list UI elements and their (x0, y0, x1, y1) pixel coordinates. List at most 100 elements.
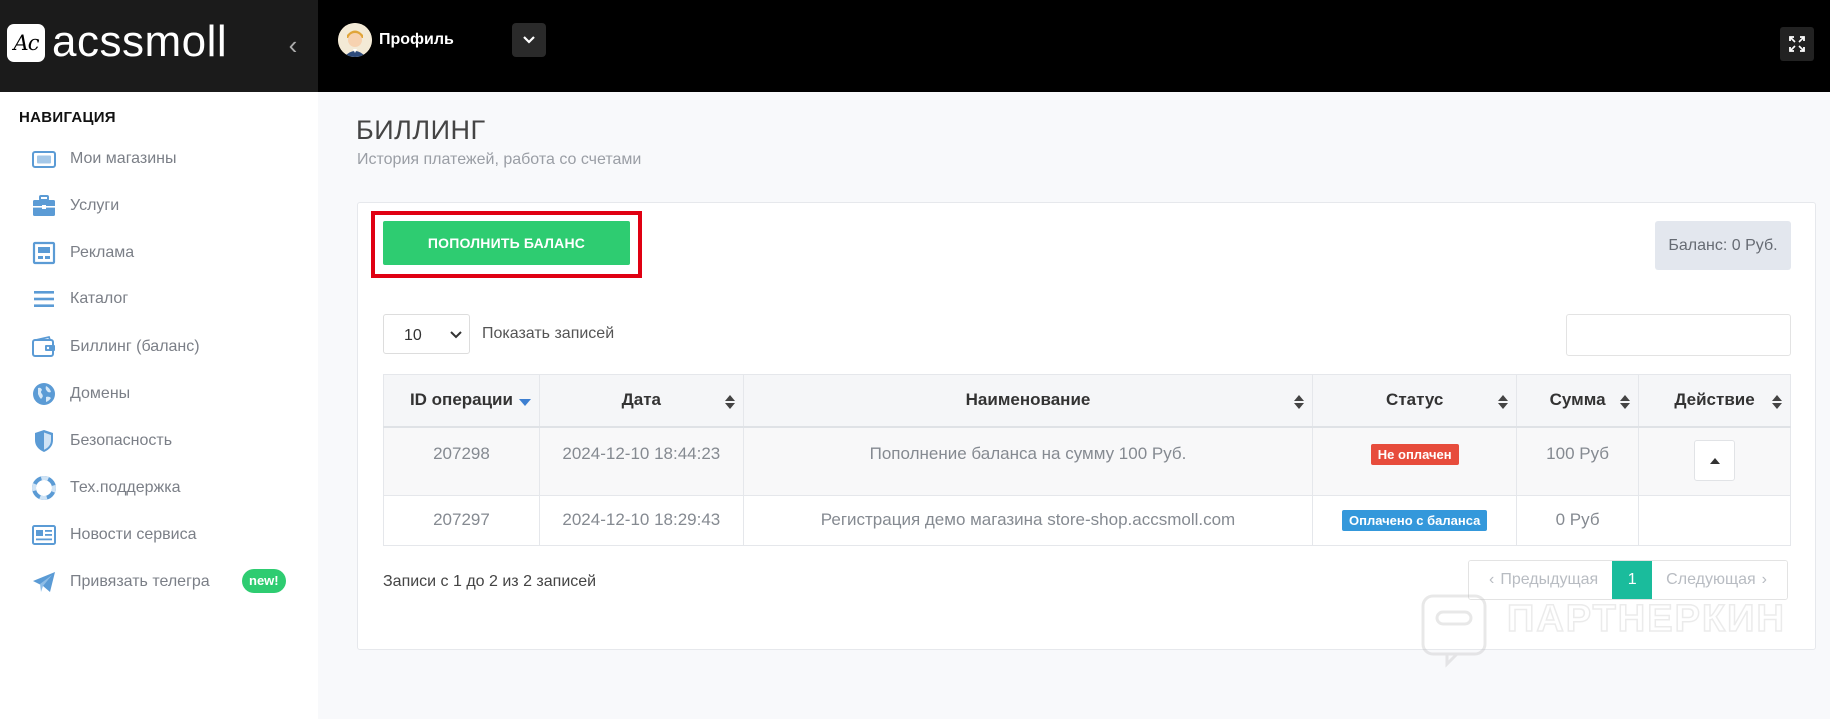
profile-dropdown-button[interactable] (512, 23, 546, 57)
avatar-image (338, 23, 372, 57)
sidebar-item-label: Мои магазины (70, 150, 177, 167)
wallet-card-icon (32, 151, 56, 168)
sidebar-item-label: Безопасность (70, 432, 173, 449)
column-header-action[interactable]: Действие (1638, 374, 1791, 428)
sidebar-item-label: Реклама (70, 244, 135, 261)
row-action-button[interactable] (1694, 439, 1736, 481)
cell-amount: 0 Руб (1516, 495, 1640, 546)
sort-desc-icon (518, 399, 531, 406)
cell-name: Регистрация демо магазина store-shop.acc… (742, 495, 1314, 546)
page-length-select[interactable]: 10 (383, 314, 470, 354)
page-length-value: 10 (404, 327, 422, 344)
sidebar-item-label: Тех.поддержка (70, 479, 181, 496)
top-bar: Ac acssmoll ‹ Профиль (0, 0, 1830, 92)
sidebar-item-label: Домены (70, 385, 131, 402)
records-info: Записи с 1 до 2 из 2 записей (383, 573, 597, 590)
fullscreen-icon (1789, 36, 1805, 52)
sidebar-item-services[interactable]: Услуги (30, 191, 310, 221)
sidebar-item-security[interactable]: Безопасность (30, 426, 310, 456)
lifebuoy-icon (32, 476, 56, 500)
cell-status: Не оплачен (1312, 426, 1518, 496)
new-badge: new! (242, 569, 286, 593)
column-header-status[interactable]: Статус (1312, 374, 1518, 428)
nav-title: НАВИГАЦИЯ (19, 109, 116, 126)
wallet-icon (32, 335, 55, 357)
chevron-down-icon (450, 331, 462, 339)
fullscreen-button[interactable] (1780, 27, 1814, 61)
sidebar-item-telegram[interactable]: Привязать телегра new! (30, 567, 310, 597)
page-length-label: Показать записей (482, 325, 615, 342)
page-subtitle: История платежей, работа со счетами (357, 151, 642, 168)
column-header-label: Дата (621, 390, 661, 410)
sort-icon (724, 395, 735, 409)
avatar[interactable] (338, 23, 372, 57)
prev-page-label: Предыдущая (1500, 571, 1599, 588)
cell-amount: 100 Руб (1516, 426, 1640, 496)
sidebar-item-label: Услуги (70, 197, 120, 214)
cell-date: 2024-12-10 18:29:43 (538, 495, 744, 546)
sidebar-item-label: Биллинг (баланс) (70, 338, 200, 355)
watermark-text: ПАРТНЕРКИН (1506, 597, 1786, 641)
shield-icon (35, 430, 53, 452)
watermark: ПАРТНЕРКИН (1415, 588, 1795, 668)
globe-icon (33, 383, 55, 405)
profile-label[interactable]: Профиль (379, 31, 454, 49)
cell-id: 207298 (383, 426, 540, 496)
sidebar-item-billing[interactable]: Биллинг (баланс) (30, 332, 310, 362)
table-header-row: ID операции Дата Наименование Статус Сум… (383, 374, 1791, 428)
sidebar-item-label: Новости сервиса (70, 526, 197, 543)
column-header-label: Действие (1674, 390, 1755, 410)
column-header-label: Сумма (1549, 390, 1606, 410)
newspaper-icon (32, 525, 56, 545)
sort-icon (1294, 395, 1305, 409)
sort-icon (1620, 395, 1631, 409)
column-header-label: ID операции (409, 390, 513, 410)
sidebar-item-catalog[interactable]: Каталог (30, 284, 310, 314)
sidebar-item-support[interactable]: Тех.поддержка (30, 473, 310, 503)
chevron-left-icon: ‹ (1489, 571, 1495, 588)
sidebar-item-domains[interactable]: Домены (30, 379, 310, 409)
balance-display: Баланс: 0 Руб. (1655, 221, 1791, 270)
sidebar-collapse-button[interactable]: ‹ (283, 30, 303, 60)
sidebar-item-label: Привязать телегра (70, 573, 210, 590)
logo-mark: Ac (7, 24, 45, 62)
telegram-icon (33, 572, 55, 592)
page-title: БИЛЛИНГ (356, 115, 486, 145)
sort-icon (1772, 395, 1782, 409)
status-badge: Оплачено с баланса (1342, 510, 1488, 531)
table-row: 207298 2024-12-10 18:44:23 Пополнение ба… (383, 426, 1791, 496)
next-page-label: Следующая (1666, 571, 1756, 588)
brand-area: Ac acssmoll ‹ (0, 0, 318, 92)
column-header-label: Статус (1386, 390, 1444, 410)
logo-text: acssmoll (52, 17, 228, 66)
cell-date: 2024-12-10 18:44:23 (538, 426, 744, 496)
sidebar-item-news[interactable]: Новости сервиса (30, 520, 310, 550)
topup-balance-button[interactable]: ПОПОЛНИТЬ БАЛАНС (383, 221, 630, 265)
cell-name: Пополнение баланса на сумму 100 Руб. (742, 426, 1314, 496)
cell-action (1638, 495, 1791, 546)
search-input[interactable] (1566, 314, 1791, 356)
sidebar-item-ads[interactable]: Реклама (30, 238, 310, 268)
watermark-logo-icon (1421, 594, 1487, 668)
column-header-id[interactable]: ID операции (383, 374, 540, 428)
column-header-date[interactable]: Дата (538, 374, 744, 428)
sidebar-item-label: Каталог (70, 290, 129, 307)
cell-status: Оплачено с баланса (1312, 495, 1518, 546)
billboard-icon (32, 241, 56, 265)
sidebar: НАВИГАЦИЯ Мои магазины Услуги Реклама Ка… (0, 92, 318, 719)
column-header-amount[interactable]: Сумма (1516, 374, 1640, 428)
chevron-right-icon: › (1761, 571, 1767, 588)
list-icon (34, 291, 54, 307)
table-row: 207297 2024-12-10 18:29:43 Регистрация д… (383, 495, 1791, 546)
status-badge: Не оплачен (1370, 443, 1459, 465)
billing-table: ID операции Дата Наименование Статус Сум… (383, 374, 1791, 546)
briefcase-icon (33, 195, 55, 216)
sort-icon (1498, 395, 1509, 409)
caret-up-icon (1710, 457, 1721, 464)
cell-action (1638, 426, 1791, 496)
column-header-label: Наименование (965, 390, 1091, 410)
chevron-down-icon (523, 36, 535, 44)
sidebar-item-my-shops[interactable]: Мои магазины (30, 144, 310, 174)
cell-id: 207297 (383, 495, 540, 546)
column-header-name[interactable]: Наименование (742, 374, 1314, 428)
